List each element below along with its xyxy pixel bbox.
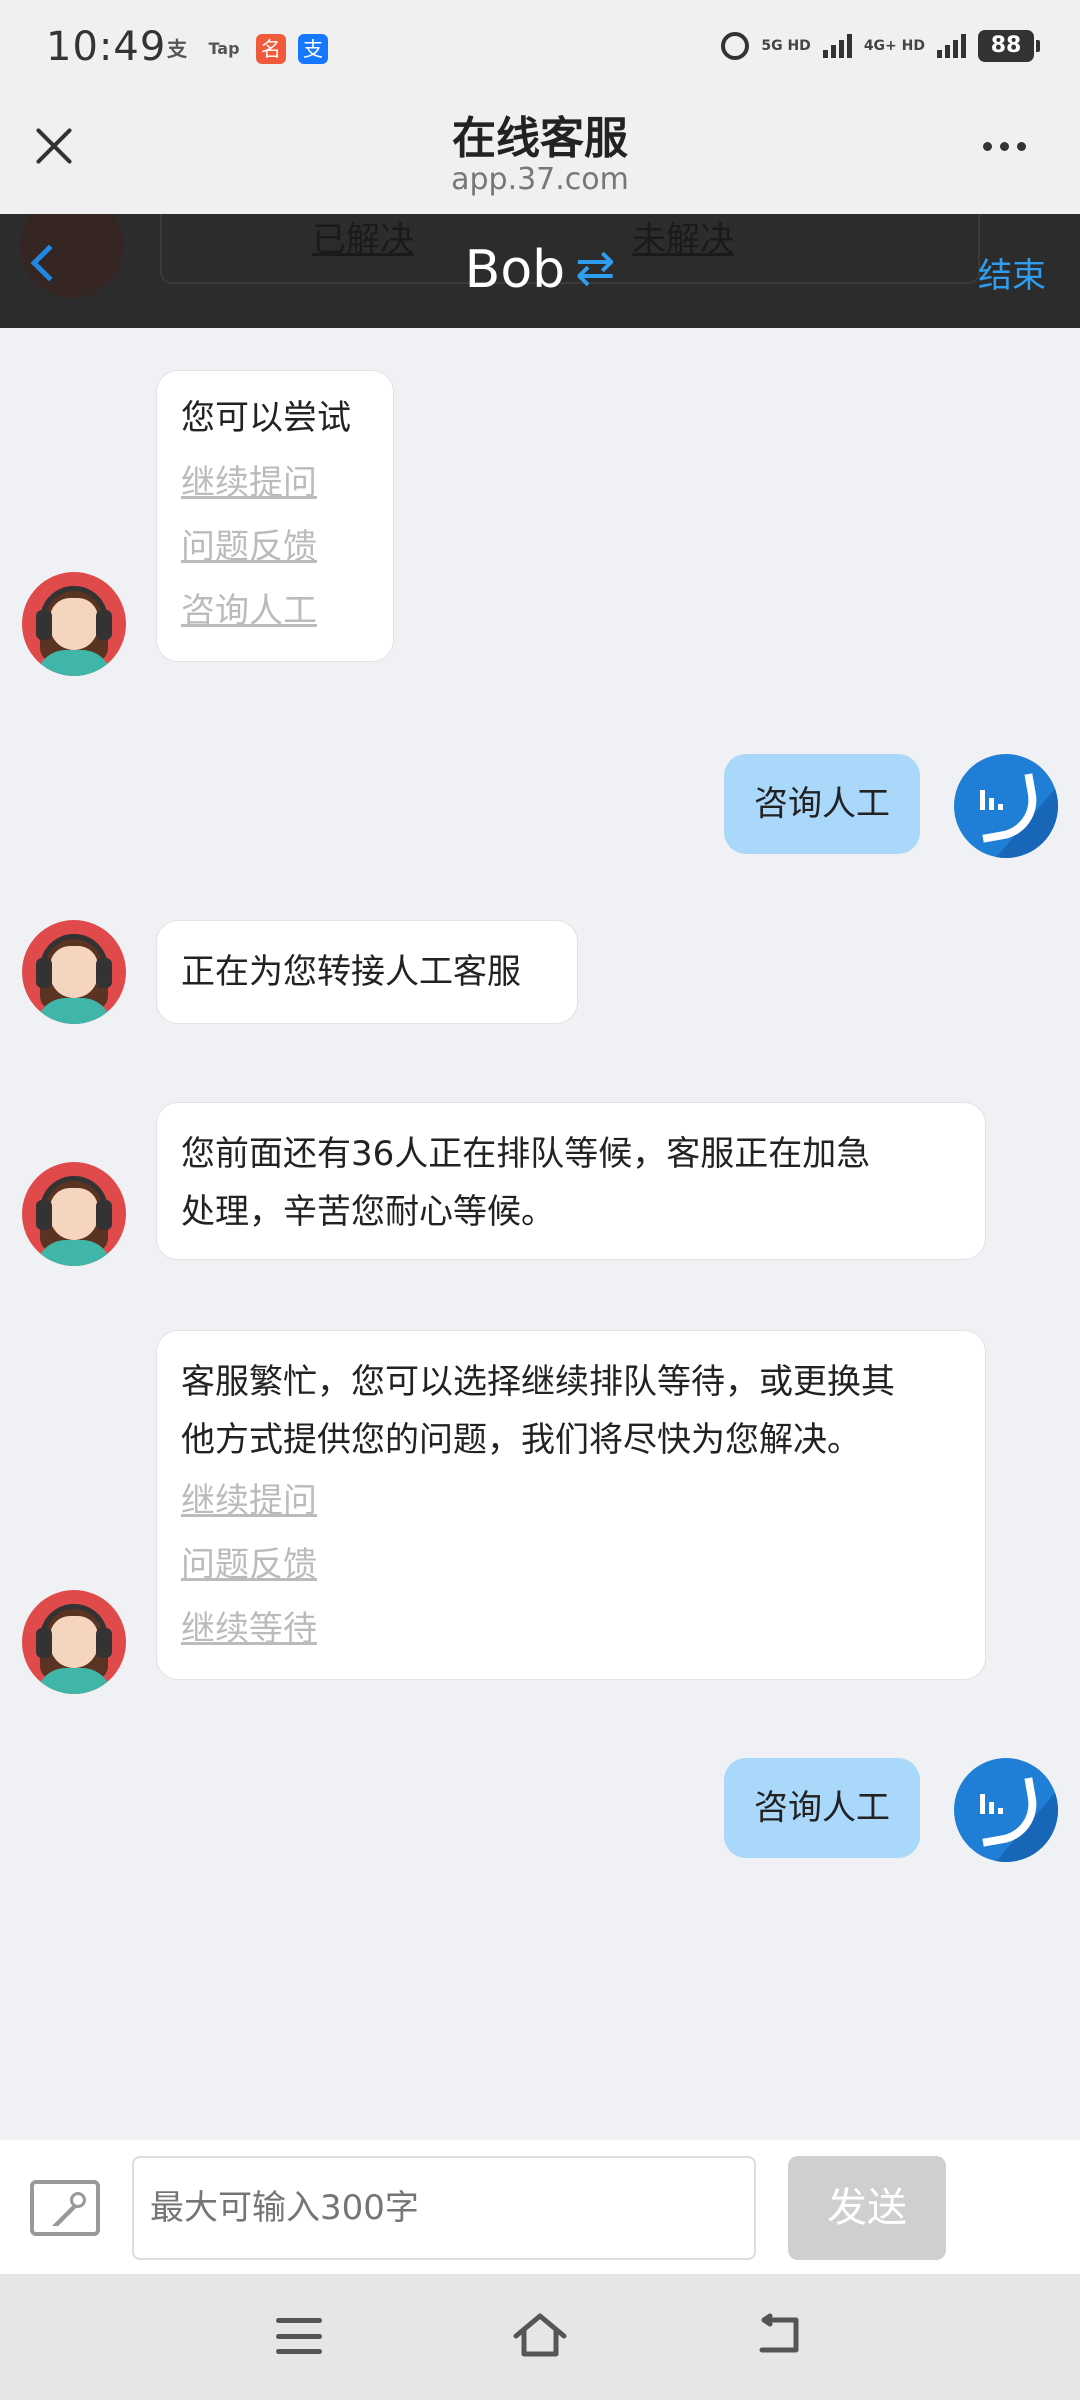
agent-message-bubble: 您可以尝试 继续提问 问题反馈 咨询人工 — [156, 370, 394, 662]
home-icon[interactable] — [512, 2310, 568, 2360]
user-message-bubble: 咨询人工 — [724, 1758, 920, 1858]
image-upload-icon[interactable] — [30, 2180, 100, 2236]
chat-header: 已解决 未解决 Bob ⇄ 结束 — [0, 214, 1080, 328]
end-chat-button[interactable]: 结束 — [978, 248, 1046, 297]
message-input-bar: 发送 — [0, 2140, 1080, 2274]
agent-message-bubble: 正在为您转接人工客服 — [156, 920, 578, 1024]
feedback-link[interactable]: 问题反馈 — [181, 515, 369, 579]
continue-ask-link[interactable]: 继续提问 — [181, 451, 369, 515]
notification-icons: 支 Tap 名 支 — [162, 34, 328, 64]
agent-name[interactable]: Bob ⇄ — [0, 240, 1080, 300]
status-bar: 10:49 支 Tap 名 支 5G HD 4G+ HD 88 — [0, 0, 1080, 100]
agent-avatar — [22, 1590, 126, 1694]
human-agent-link[interactable]: 咨询人工 — [181, 579, 369, 643]
user-message-bubble: 咨询人工 — [724, 754, 920, 854]
more-options-icon[interactable] — [983, 142, 1026, 151]
message-text-line-2: 他方式提供您的问题，我们将尽快为您解决。 — [181, 1420, 861, 1460]
feedback-link[interactable]: 问题反馈 — [181, 1533, 961, 1597]
battery-indicator: 88 — [978, 30, 1040, 62]
swap-icon[interactable]: ⇄ — [575, 240, 615, 296]
network-label-1: 5G HD — [761, 38, 811, 54]
back-icon[interactable] — [756, 2312, 806, 2358]
signal-icon-2 — [937, 34, 966, 58]
message-text-line-1: 客服繁忙，您可以选择继续排队等待，或更换其 — [181, 1362, 895, 1402]
message-input[interactable] — [132, 2156, 756, 2260]
message-text: 正在为您转接人工客服 — [181, 952, 521, 992]
user-avatar — [954, 754, 1058, 858]
send-button[interactable]: 发送 — [788, 2156, 946, 2260]
taptap-notification-icon: Tap — [208, 39, 240, 58]
system-navigation-bar — [0, 2274, 1080, 2400]
alipay-notification-icon: 支 — [167, 37, 187, 61]
agent-avatar — [22, 1162, 126, 1266]
agent-avatar — [22, 572, 126, 676]
continue-ask-link[interactable]: 继续提问 — [181, 1469, 961, 1533]
agent-avatar — [22, 920, 126, 1024]
app-notification-icon: 名 — [256, 34, 286, 64]
agent-name-label: Bob — [464, 240, 566, 300]
status-indicators: 5G HD 4G+ HD 88 — [721, 30, 1040, 62]
page-url: app.37.com — [451, 162, 629, 197]
alarm-icon — [721, 32, 750, 60]
page-title: 在线客服 — [452, 113, 628, 164]
message-text-line-2: 处理，辛苦您耐心等候。 — [181, 1192, 555, 1232]
status-time: 10:49 — [46, 24, 167, 70]
message-text-line-1: 您前面还有36人正在排队等候，客服正在加急 — [181, 1134, 871, 1174]
menu-icon[interactable] — [276, 2318, 322, 2354]
user-avatar — [954, 1758, 1058, 1862]
network-label-2: 4G+ HD — [863, 38, 925, 54]
browser-header: 在线客服 app.37.com — [0, 100, 1080, 214]
message-text: 您可以尝试 — [181, 398, 351, 438]
agent-message-bubble: 您前面还有36人正在排队等候，客服正在加急 处理，辛苦您耐心等候。 — [156, 1102, 986, 1260]
agent-message-bubble: 客服繁忙，您可以选择继续排队等待，或更换其 他方式提供您的问题，我们将尽快为您解… — [156, 1330, 986, 1680]
signal-icon — [822, 34, 852, 58]
alipay-app-notification-icon: 支 — [298, 34, 328, 64]
continue-wait-link[interactable]: 继续等待 — [181, 1597, 961, 1661]
